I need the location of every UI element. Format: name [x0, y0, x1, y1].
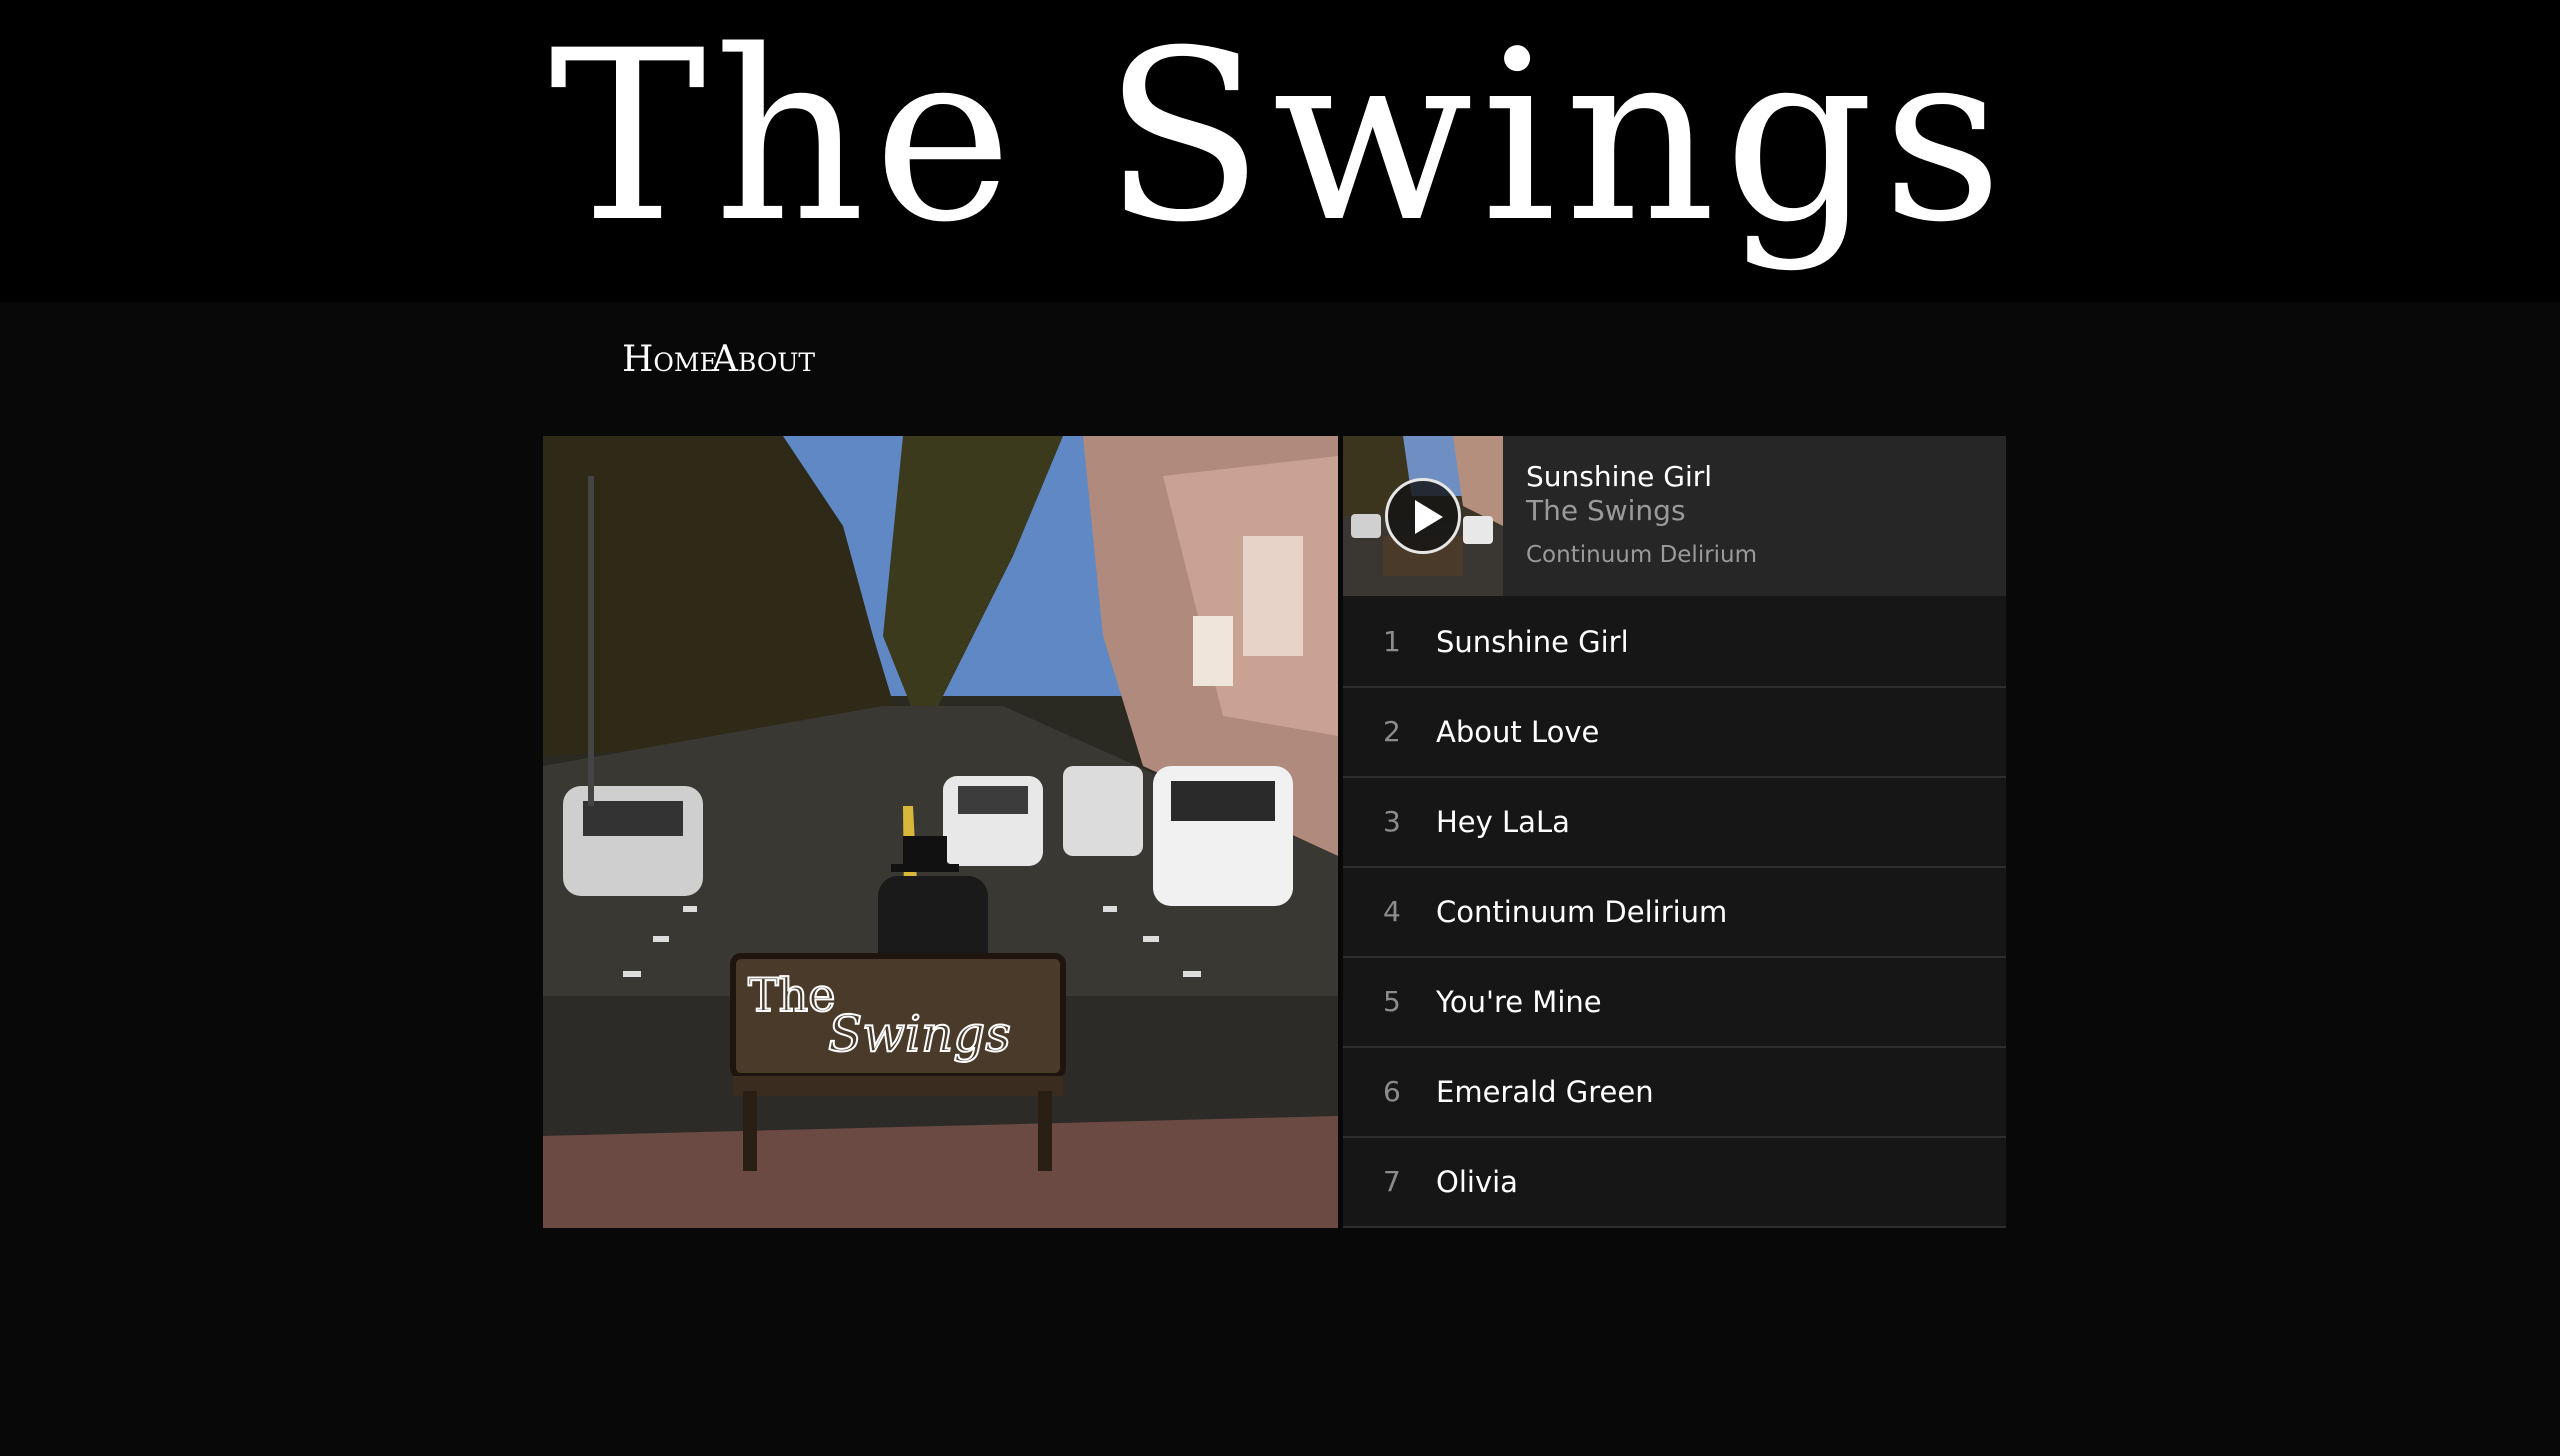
track-row[interactable]: 3 Hey LaLa — [1343, 778, 2006, 868]
track-row[interactable]: 4 Continuum Delirium — [1343, 868, 2006, 958]
track-number: 6 — [1383, 1075, 1401, 1108]
track-row[interactable]: 2 About Love — [1343, 688, 2006, 778]
track-title: Continuum Delirium — [1436, 895, 1728, 929]
track-number: 5 — [1383, 985, 1401, 1018]
track-number: 3 — [1383, 805, 1401, 838]
now-playing-thumbnail — [1343, 436, 1503, 596]
play-icon — [1415, 500, 1443, 534]
site-header: The Swings — [0, 0, 2560, 302]
track-row[interactable]: 7 Olivia — [1343, 1138, 2006, 1228]
site-title: The Swings — [549, 1, 2011, 274]
track-list: 1 Sunshine Girl 2 About Love 3 Hey LaLa … — [1343, 598, 2006, 1228]
album-cover-image: The Swings — [543, 436, 1338, 1228]
cover-text-the: The — [748, 968, 836, 1022]
track-number: 1 — [1383, 625, 1401, 658]
nav-home-link[interactable]: Home — [622, 335, 718, 385]
now-playing-artist[interactable]: The Swings — [1526, 494, 1686, 527]
track-row[interactable]: 5 You're Mine — [1343, 958, 2006, 1048]
track-row[interactable]: 6 Emerald Green — [1343, 1048, 2006, 1138]
track-number: 4 — [1383, 895, 1401, 928]
nav-about-link[interactable]: About — [712, 335, 815, 385]
track-title: Olivia — [1436, 1165, 1518, 1199]
music-player: Sunshine Girl The Swings Continuum Delir… — [1343, 436, 2006, 1228]
track-title: Emerald Green — [1436, 1075, 1654, 1109]
track-number: 2 — [1383, 715, 1401, 748]
now-playing-title: Sunshine Girl — [1526, 460, 1713, 493]
album-cover-illustration: The Swings — [543, 436, 1338, 1228]
track-number: 7 — [1383, 1165, 1401, 1198]
track-row[interactable]: 1 Sunshine Girl — [1343, 598, 2006, 688]
play-button[interactable] — [1385, 478, 1461, 554]
track-title: You're Mine — [1436, 985, 1602, 1019]
cover-text-swings: Swings — [828, 1005, 1011, 1063]
track-title: About Love — [1436, 715, 1600, 749]
now-playing-album[interactable]: Continuum Delirium — [1526, 542, 1757, 568]
track-title: Sunshine Girl — [1436, 625, 1629, 659]
track-title: Hey LaLa — [1436, 805, 1570, 839]
now-playing-panel: Sunshine Girl The Swings Continuum Delir… — [1343, 436, 2006, 596]
